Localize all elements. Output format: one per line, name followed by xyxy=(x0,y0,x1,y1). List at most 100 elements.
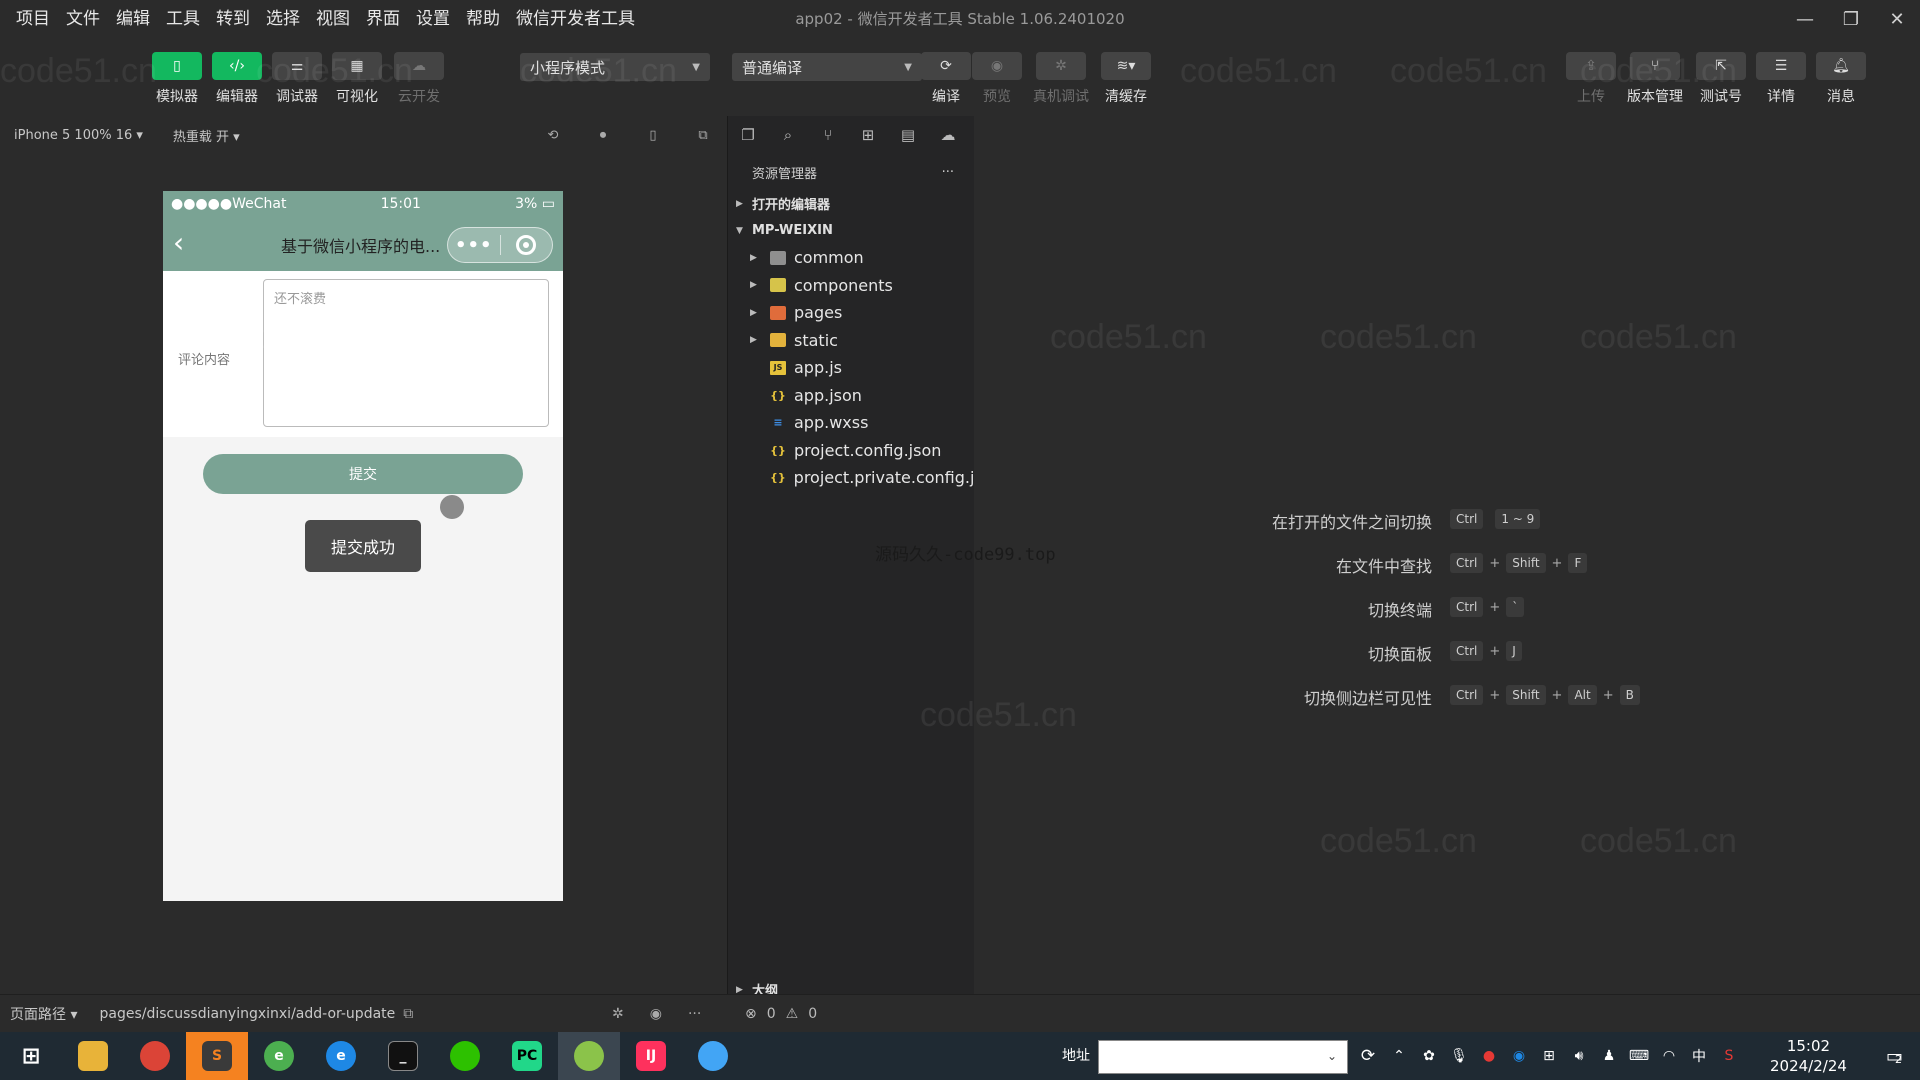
tree-file-app-js[interactable]: JS app.js xyxy=(728,354,974,382)
messages-button[interactable]: 🔔︎ 消息 xyxy=(1810,52,1872,106)
file-name: app.js xyxy=(794,358,842,378)
submit-button[interactable]: 提交 xyxy=(203,454,523,494)
record-icon[interactable]: ● xyxy=(1480,1047,1498,1065)
problems-indicator[interactable]: ⊗ 0 ⚠ 0 xyxy=(745,995,817,1033)
open-editors-section[interactable]: ▶ 打开的编辑器 xyxy=(728,190,974,217)
qq-icon[interactable]: ♟ xyxy=(1600,1047,1618,1065)
close-icon[interactable]: ✕ xyxy=(1874,0,1920,38)
extensions-icon[interactable]: ⊞ xyxy=(858,125,878,145)
flower-icon[interactable]: ✿ xyxy=(1420,1047,1438,1065)
menu-view[interactable]: 视图 xyxy=(310,0,356,38)
tree-folder-components[interactable]: ▶ components xyxy=(728,272,974,300)
menu-select[interactable]: 选择 xyxy=(260,0,306,38)
tree-file-app-json[interactable]: {} app.json xyxy=(728,382,974,410)
source-control-icon[interactable]: ⑂ xyxy=(818,125,838,145)
menu-tools[interactable]: 工具 xyxy=(160,0,206,38)
taskbar-wechat-devtools[interactable] xyxy=(558,1032,620,1080)
chevron-up-icon[interactable]: ⌃ xyxy=(1390,1047,1408,1065)
more-icon[interactable]: ··· xyxy=(688,1006,701,1022)
bug-icon[interactable]: ✲ xyxy=(612,1006,624,1022)
eye-icon[interactable]: ◉ xyxy=(650,1006,662,1022)
version-button[interactable]: ⑂ 版本管理 xyxy=(1624,52,1686,106)
chevron-right-icon: ▶ xyxy=(736,198,743,209)
more-icon[interactable]: ••• xyxy=(448,235,500,256)
address-input[interactable]: ⌄ xyxy=(1098,1040,1348,1074)
menu-project[interactable]: 项目 xyxy=(10,0,56,38)
page-path-select[interactable]: 页面路径 ▾ xyxy=(10,1004,77,1024)
chevron-down-icon[interactable]: ⌄ xyxy=(1327,1049,1337,1063)
upload-button[interactable]: ⇪ 上传 xyxy=(1560,52,1622,106)
taskbar-wechat[interactable] xyxy=(434,1032,496,1080)
windows-tray-icon[interactable]: ⊞ xyxy=(1540,1047,1558,1065)
error-icon: ⊗ xyxy=(745,1006,757,1022)
project-section[interactable]: ▼ MP-WEIXIN xyxy=(728,217,974,244)
ime-indicator[interactable]: 中 xyxy=(1690,1047,1708,1065)
taskbar-pycharm[interactable]: PC xyxy=(496,1032,558,1080)
taskbar-chrome[interactable] xyxy=(124,1032,186,1080)
taskbar-edge[interactable]: e xyxy=(310,1032,372,1080)
tree-file-project-private-config[interactable]: {} project.private.config.js... xyxy=(728,464,998,492)
clear-cache-button[interactable]: ≋▾ 清缓存 xyxy=(1095,52,1157,106)
compile-label: 编译 xyxy=(932,89,960,105)
restore-icon[interactable]: ❐ xyxy=(1828,0,1874,38)
wifi-icon[interactable]: ◠ xyxy=(1660,1047,1678,1065)
menu-settings[interactable]: 设置 xyxy=(410,0,456,38)
files-icon[interactable]: ❐ xyxy=(738,125,758,145)
taskbar-browser[interactable]: e xyxy=(248,1032,310,1080)
back-icon[interactable]: ‹ xyxy=(173,229,184,257)
popout-icon[interactable]: ⧉ xyxy=(692,124,714,146)
search-icon[interactable]: ⌕ xyxy=(778,125,798,145)
hot-reload-select[interactable]: 热重载 开 ▾ xyxy=(173,126,240,145)
minimize-icon[interactable]: — xyxy=(1782,0,1828,38)
compile-select[interactable]: 普通编译 ▼ xyxy=(732,53,922,81)
menu-help[interactable]: 帮助 xyxy=(460,0,506,38)
rotate-icon[interactable]: ⟲ xyxy=(542,124,564,146)
tree-file-app-wxss[interactable]: ≡ app.wxss xyxy=(728,409,974,437)
copy-icon[interactable]: ⧉ xyxy=(403,1006,413,1022)
menu-file[interactable]: 文件 xyxy=(60,0,106,38)
real-debug-button[interactable]: ✲ 真机调试 xyxy=(1030,52,1092,106)
sogou-icon[interactable]: S xyxy=(1720,1047,1738,1065)
system-clock[interactable]: 15:02 2024/2/24 xyxy=(1770,1036,1847,1076)
visual-button[interactable]: ▦ 可视化 xyxy=(326,52,388,106)
notification-icon[interactable]: ▭ 2 xyxy=(1868,1032,1920,1080)
debugger-button[interactable]: ⚌ 调试器 xyxy=(266,52,328,106)
start-button[interactable]: ⊞ xyxy=(0,1032,62,1080)
device-select[interactable]: iPhone 5 100% 16 ▾ xyxy=(14,128,143,143)
details-button[interactable]: ☰ 详情 xyxy=(1750,52,1812,106)
menu-goto[interactable]: 转到 xyxy=(210,0,256,38)
test-account-button[interactable]: ⇱ 测试号 xyxy=(1690,52,1752,106)
version-label: 版本管理 xyxy=(1627,89,1683,105)
json-file-icon: {} xyxy=(770,388,786,402)
taskbar-intellij[interactable]: IJ xyxy=(620,1032,682,1080)
cloud-button[interactable]: ☁ 云开发 xyxy=(388,52,450,106)
exit-icon[interactable] xyxy=(500,235,552,255)
globe-icon: e xyxy=(264,1041,294,1071)
tree-file-project-config[interactable]: {} project.config.json xyxy=(728,437,974,465)
volume-icon[interactable]: 🔊︎ xyxy=(1570,1047,1588,1065)
tree-folder-common[interactable]: ▶ common xyxy=(728,244,974,272)
taskbar-app[interactable] xyxy=(682,1032,744,1080)
menu-wechat-devtools[interactable]: 微信开发者工具 xyxy=(510,0,641,38)
taskbar-sublime[interactable]: S xyxy=(186,1032,248,1080)
browser-tray-icon[interactable]: ◉ xyxy=(1510,1047,1528,1065)
menu-edit[interactable]: 编辑 xyxy=(110,0,156,38)
simulator-button[interactable]: ▯ 模拟器 xyxy=(146,52,208,106)
preview-button[interactable]: ◉ 预览 xyxy=(966,52,1028,106)
refresh-icon[interactable]: ⟳ xyxy=(1354,1032,1382,1080)
tree-folder-pages[interactable]: ▶ pages xyxy=(728,299,974,327)
explorer-more-icon[interactable]: ··· xyxy=(942,165,954,180)
taskbar-file-explorer[interactable] xyxy=(62,1032,124,1080)
microphone-icon[interactable]: 🎙︎ xyxy=(1450,1047,1468,1065)
input-method-icon[interactable]: ⌨ xyxy=(1629,1047,1649,1065)
mode-select[interactable]: 小程序模式 ▼ xyxy=(520,53,710,81)
taskbar-terminal[interactable]: _ xyxy=(372,1032,434,1080)
editor-button[interactable]: ‹/› 编辑器 xyxy=(206,52,268,106)
docker-icon[interactable]: ☁ xyxy=(938,125,958,145)
menu-interface[interactable]: 界面 xyxy=(360,0,406,38)
panel-icon[interactable]: ▤ xyxy=(898,125,918,145)
comment-textarea[interactable]: 还不滚费 xyxy=(263,279,549,427)
tree-folder-static[interactable]: ▶ static xyxy=(728,327,974,355)
phone-frame-icon[interactable]: ▯ xyxy=(642,124,664,146)
stop-icon[interactable]: ⏺ xyxy=(592,124,614,146)
